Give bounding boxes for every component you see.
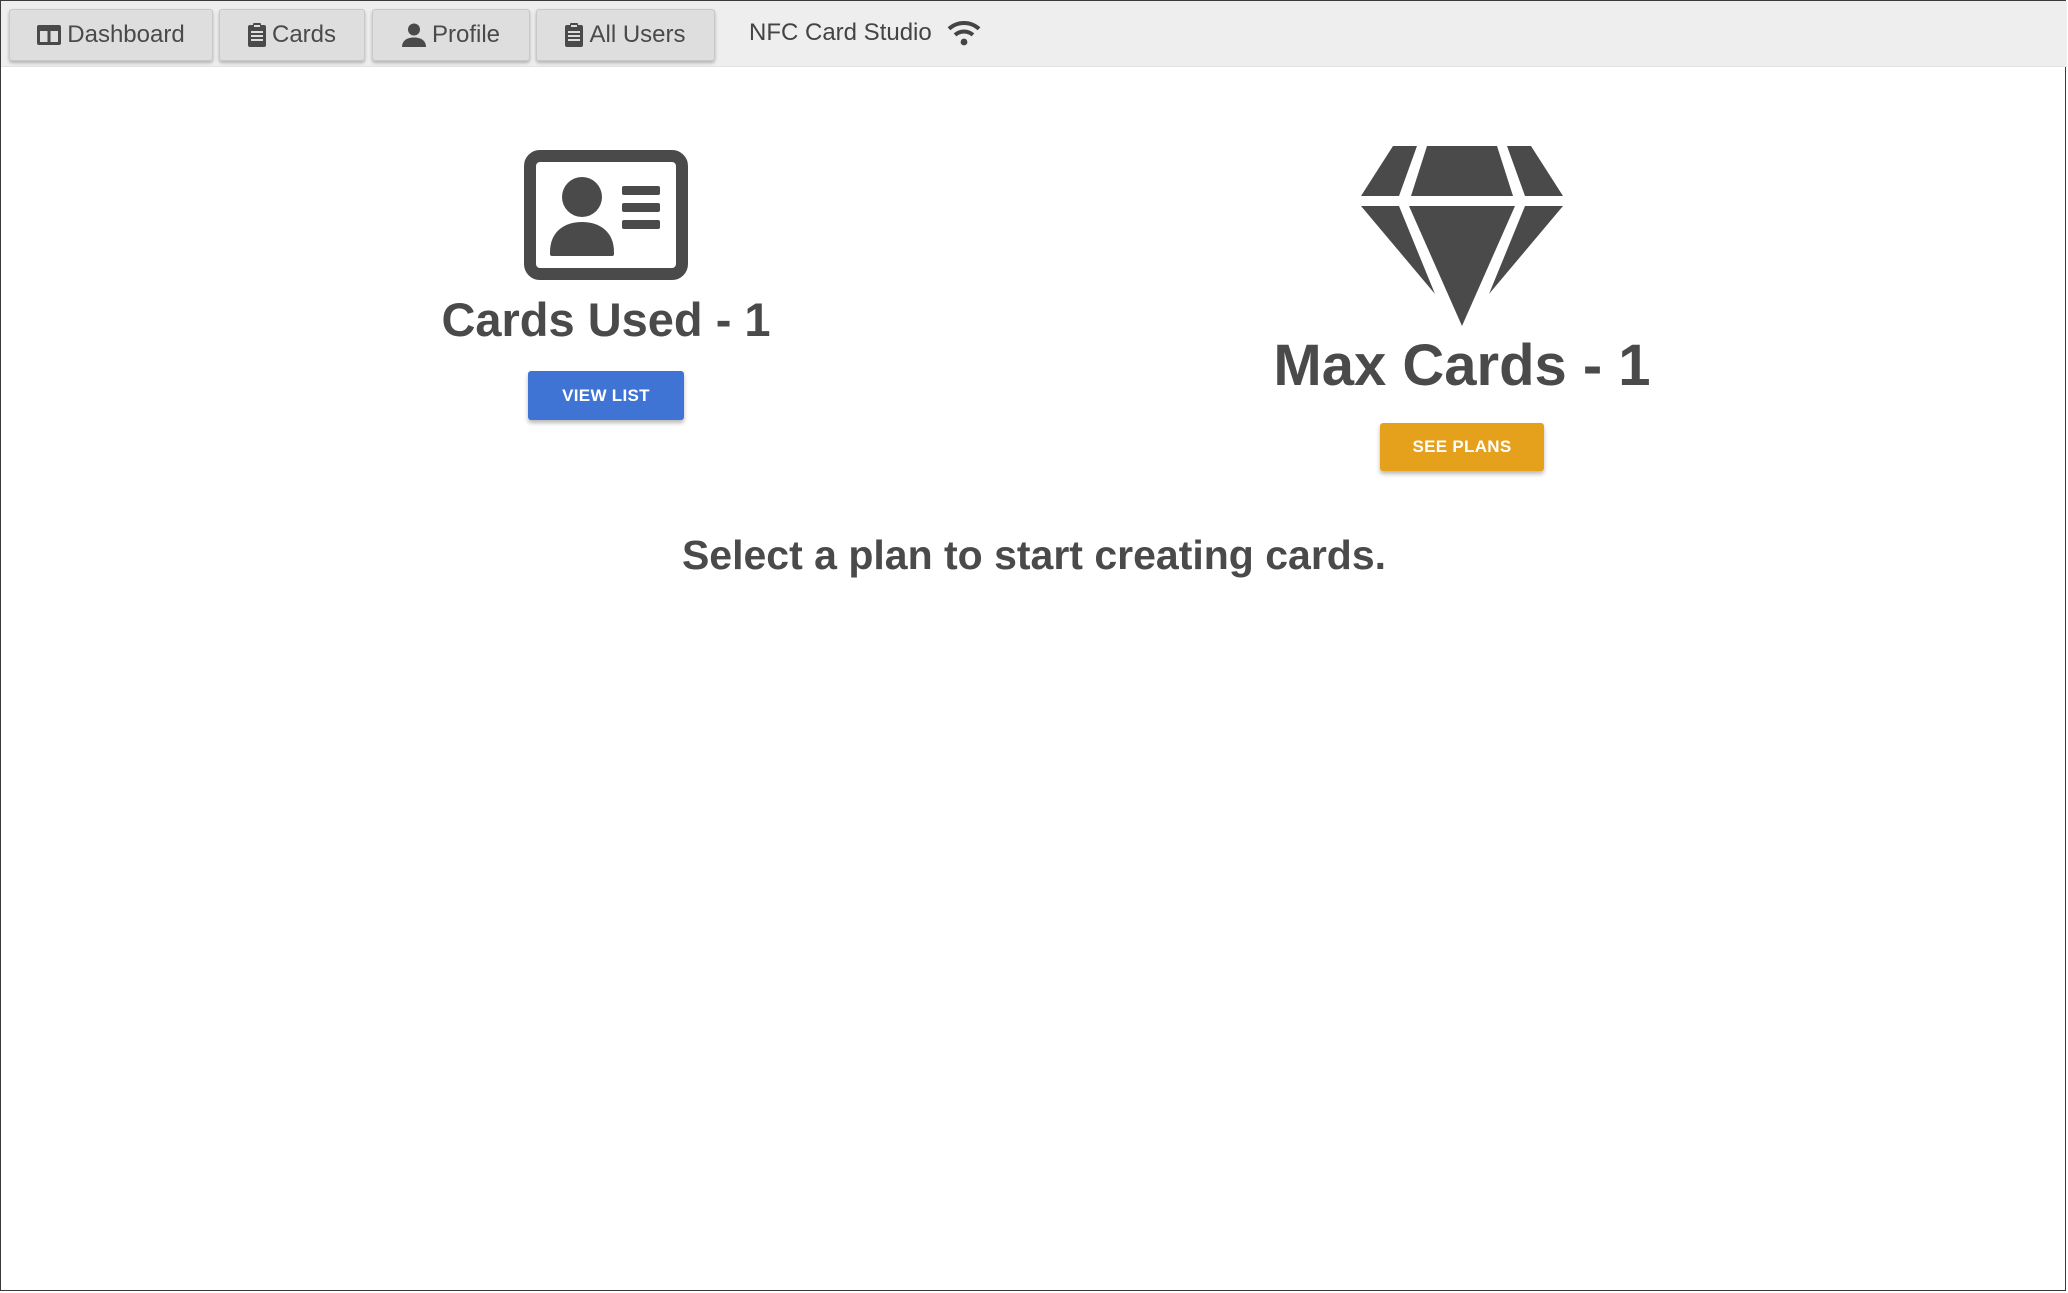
cards-used-panel: Cards Used - 1 VIEW LIST [400, 150, 812, 420]
nav-dashboard-button[interactable]: Dashboard [9, 9, 213, 61]
plan-prompt-message: Select a plan to start creating cards. [681, 532, 1387, 578]
nav-dashboard-label: Dashboard [67, 21, 185, 48]
top-navbar: Dashboard Cards Profile All Users NFC Ca… [1, 1, 2067, 67]
clipboard-icon [565, 23, 584, 47]
see-plans-button[interactable]: SEE PLANS [1380, 423, 1544, 471]
app-brand-title: NFC Card Studio [749, 19, 932, 46]
wifi-icon [947, 19, 981, 52]
nav-profile-button[interactable]: Profile [372, 9, 530, 61]
clipboard-icon [247, 23, 266, 47]
nav-all-users-label: All Users [589, 21, 686, 48]
nav-profile-label: Profile [431, 21, 501, 48]
view-list-button[interactable]: VIEW LIST [528, 371, 684, 420]
columns-icon [37, 24, 62, 46]
max-cards-title: Max Cards - 1 [1273, 333, 1651, 398]
cards-used-title: Cards Used - 1 [441, 293, 771, 346]
nav-cards-button[interactable]: Cards [219, 9, 365, 61]
gem-icon [1361, 146, 1563, 326]
nav-all-users-button[interactable]: All Users [536, 9, 715, 61]
app-frame [0, 0, 2066, 1291]
nav-cards-label: Cards [271, 21, 337, 48]
user-icon [401, 23, 426, 47]
id-card-icon [524, 150, 688, 280]
max-cards-panel: Max Cards - 1 SEE PLANS [1200, 144, 1724, 471]
